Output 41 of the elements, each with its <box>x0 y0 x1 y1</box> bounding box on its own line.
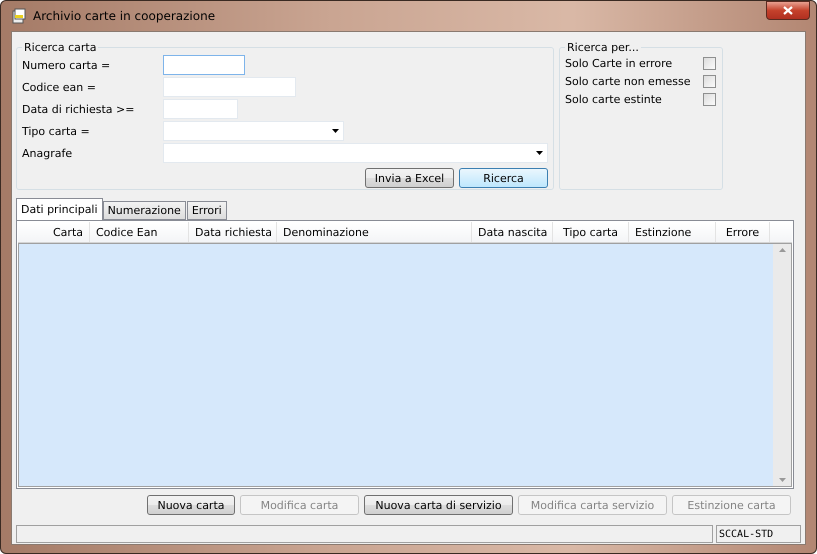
caret-icon <box>332 129 339 133</box>
checkbox-label: Solo carte estinte <box>565 92 662 106</box>
down-arrow-icon <box>778 478 786 482</box>
column-header[interactable]: Denominazione <box>277 222 472 242</box>
column-header[interactable]: Carta <box>18 222 90 242</box>
checkbox[interactable] <box>703 74 716 88</box>
group-title: Ricerca carta <box>23 41 98 54</box>
input-field[interactable] <box>163 55 245 75</box>
column-header[interactable]: Errore <box>716 222 770 242</box>
close-button[interactable] <box>766 1 810 20</box>
status-text: SCCAL-STD <box>716 525 801 543</box>
tab[interactable]: Dati principali <box>16 198 103 220</box>
document-icon <box>11 8 27 24</box>
column-header[interactable]: Data richiesta <box>189 222 277 242</box>
field-label: Data di richiesta >= <box>22 102 136 116</box>
window-title: Archivio carte in cooperazione <box>33 9 216 23</box>
action-button[interactable]: Nuova carta di servizio <box>364 495 513 515</box>
dropdown-field[interactable] <box>163 143 548 163</box>
column-header[interactable]: Estinzione <box>629 222 716 242</box>
up-arrow-icon <box>778 248 786 252</box>
checkbox-label: Solo carte non emesse <box>565 74 691 88</box>
field-label: Codice ean = <box>22 80 97 94</box>
checkbox[interactable] <box>703 56 716 70</box>
search-button[interactable]: Ricerca <box>459 168 548 188</box>
field-label: Numero carta = <box>22 58 112 72</box>
field-label: Anagrafe <box>22 146 74 160</box>
tab[interactable]: Errori <box>186 201 227 220</box>
column-header[interactable]: Tipo carta <box>553 222 629 242</box>
dropdown-field[interactable] <box>163 121 344 141</box>
scrollbar[interactable] <box>773 244 791 486</box>
group-title: Ricerca per... <box>566 41 640 54</box>
column-header[interactable]: Data nascita <box>472 222 553 242</box>
close-icon <box>783 6 793 15</box>
tab[interactable]: Numerazione <box>102 201 186 220</box>
caret-icon <box>536 151 543 155</box>
checkbox-label: Solo Carte in errore <box>565 56 672 70</box>
action-button[interactable]: Nuova carta <box>147 495 235 515</box>
column-header[interactable]: Codice Ean <box>90 222 189 242</box>
checkbox[interactable] <box>703 92 716 106</box>
search-button[interactable]: Invia a Excel <box>365 168 454 188</box>
field-label: Tipo carta = <box>22 124 91 138</box>
